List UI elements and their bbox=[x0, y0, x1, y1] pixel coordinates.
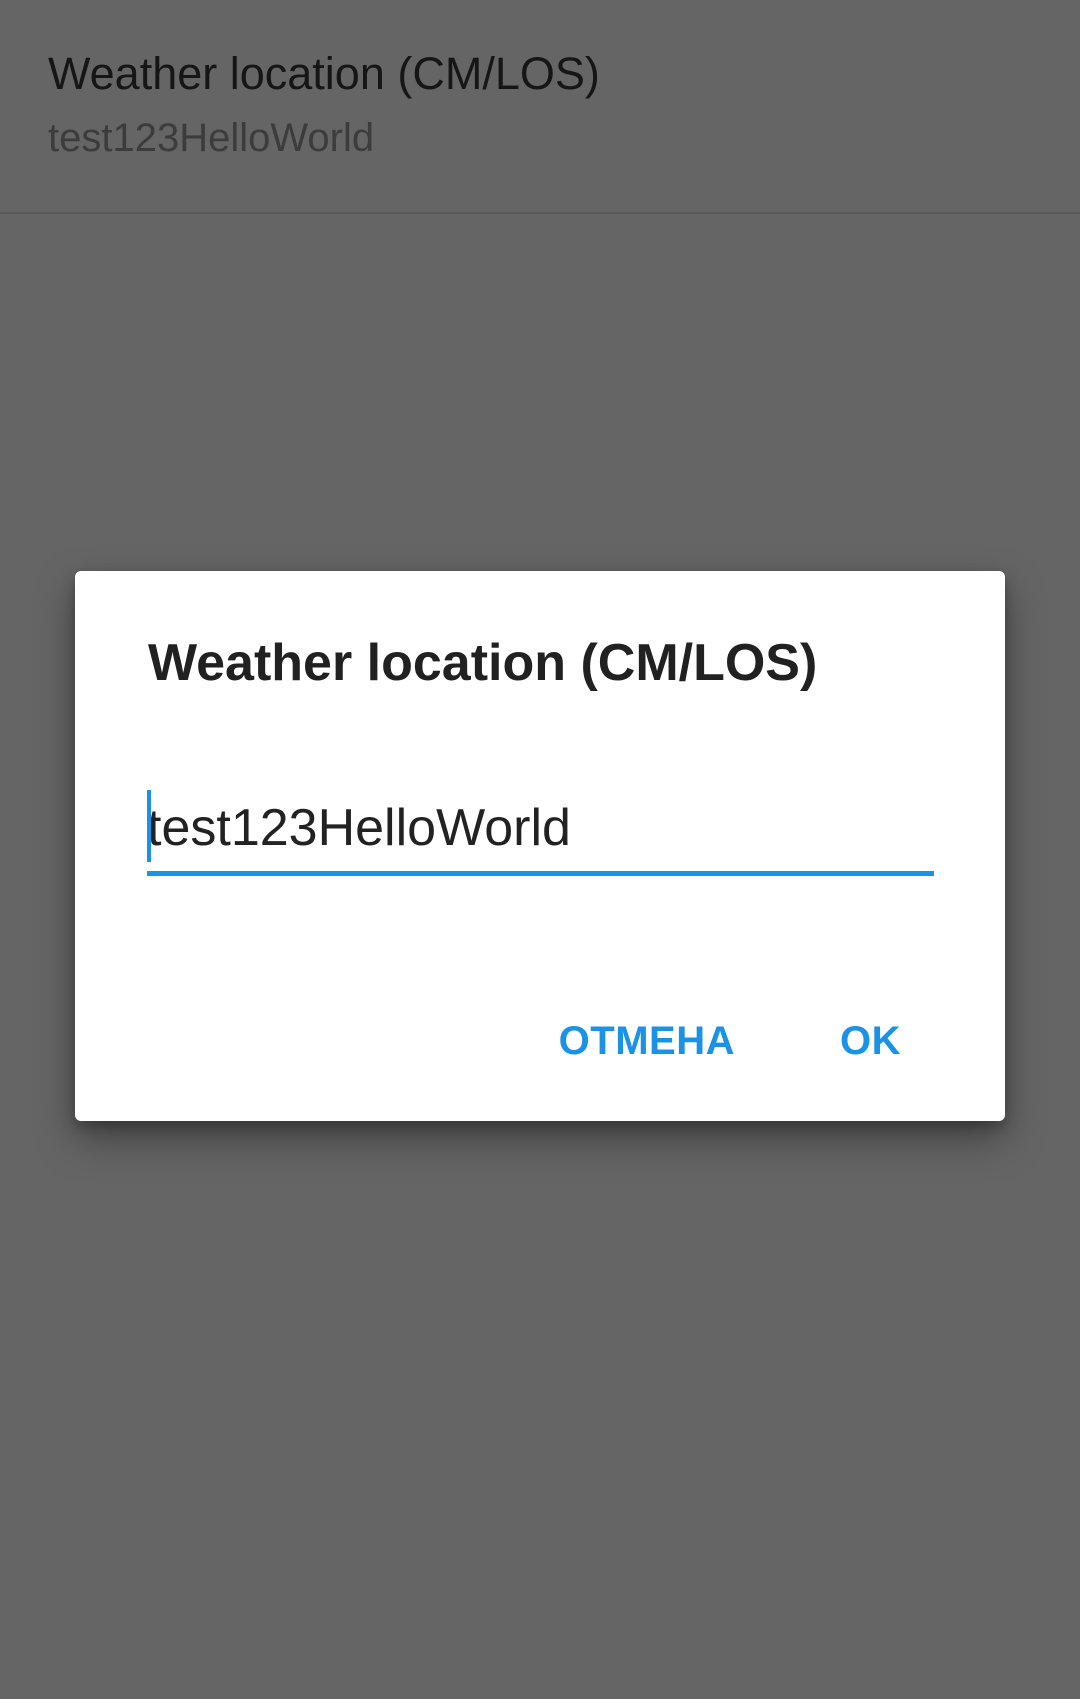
weather-location-input[interactable] bbox=[147, 788, 934, 868]
preference-title: Weather location (CM/LOS) bbox=[48, 48, 600, 99]
preference-item-weather-location[interactable]: Weather location (CM/LOS) test123HelloWo… bbox=[0, 0, 1080, 214]
cancel-button[interactable]: ОТМЕНА bbox=[559, 1001, 735, 1081]
ok-button[interactable]: OK bbox=[840, 1001, 901, 1081]
dialog-title: Weather location (CM/LOS) bbox=[148, 634, 818, 692]
text-cursor bbox=[147, 790, 151, 862]
weather-location-field[interactable] bbox=[147, 786, 934, 876]
preference-summary: test123HelloWorld bbox=[48, 116, 375, 160]
edit-text-dialog: Weather location (CM/LOS) ОТМЕНА OK bbox=[75, 571, 1005, 1121]
